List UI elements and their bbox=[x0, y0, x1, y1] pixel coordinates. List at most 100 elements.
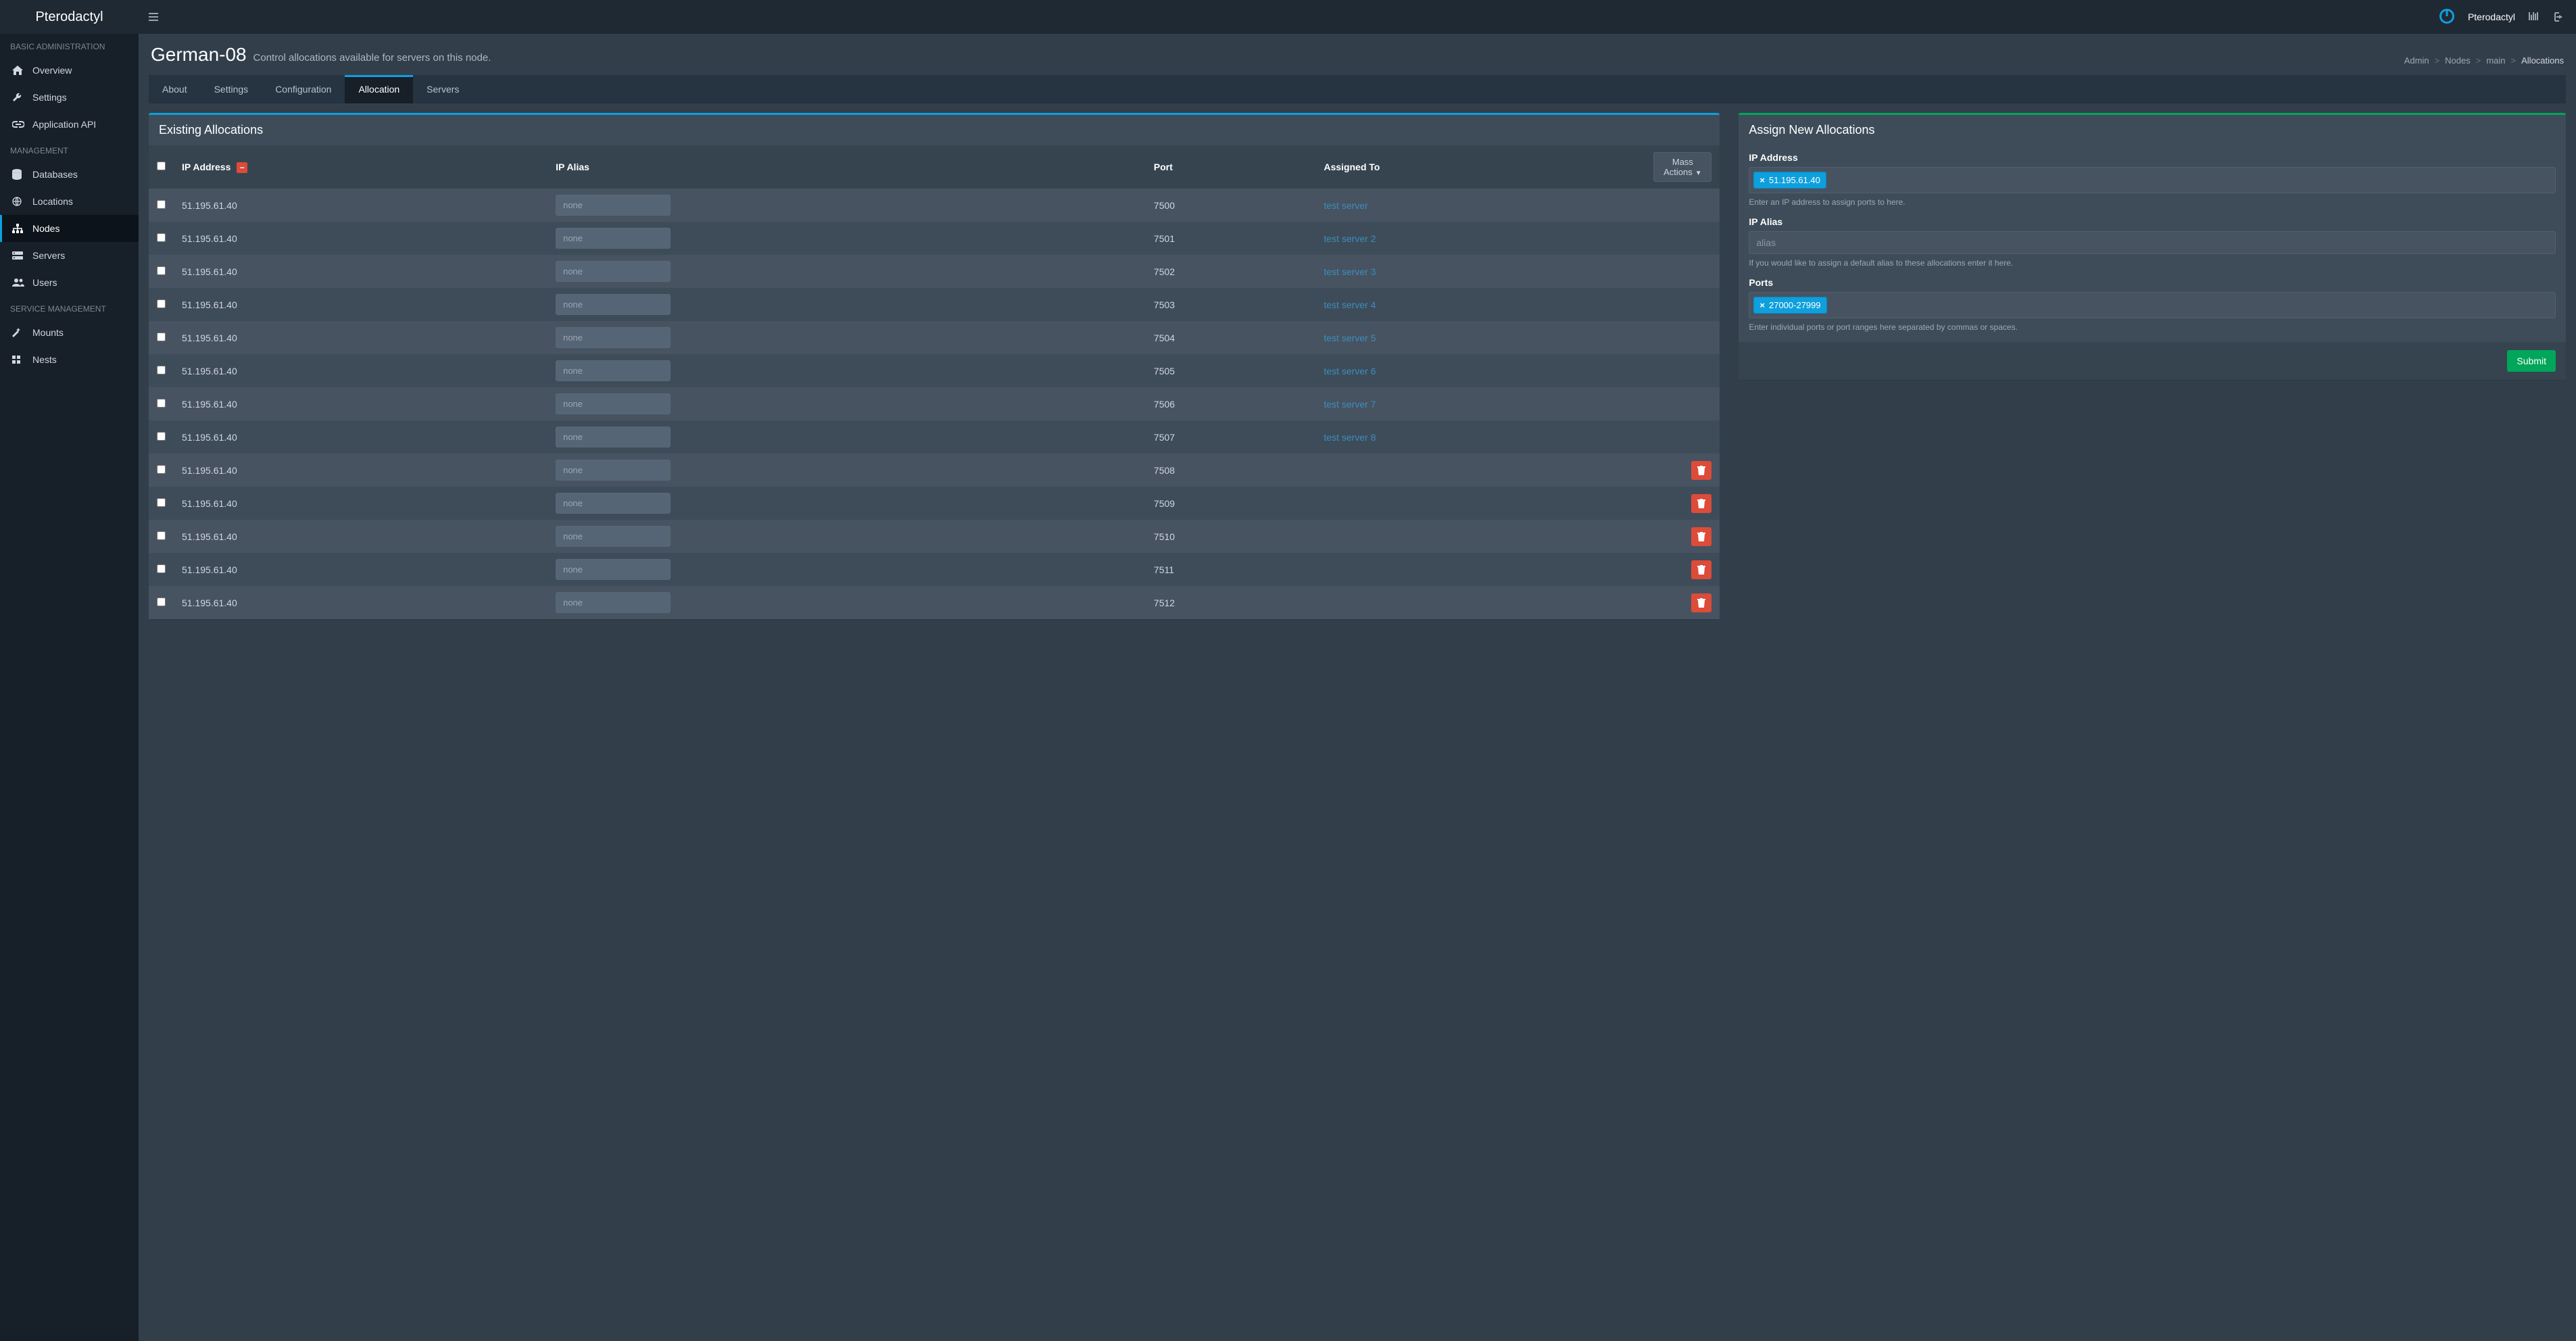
tab-allocation[interactable]: Allocation bbox=[345, 75, 413, 103]
tab-settings[interactable]: Settings bbox=[201, 75, 262, 103]
row-checkbox[interactable] bbox=[157, 432, 166, 441]
select-all-checkbox[interactable] bbox=[157, 162, 166, 170]
allocation-row: 51.195.61.407506test server 7 bbox=[149, 387, 1720, 420]
assigned-server-link[interactable]: test server 5 bbox=[1323, 333, 1376, 343]
row-alias-input[interactable] bbox=[556, 526, 671, 547]
ip-alias-input[interactable] bbox=[1749, 231, 2556, 254]
sidebar-item-mounts[interactable]: Mounts bbox=[0, 319, 139, 346]
sidebar-item-settings[interactable]: Settings bbox=[0, 84, 139, 111]
assigned-server-link[interactable]: test server 4 bbox=[1323, 299, 1376, 310]
row-alias-input[interactable] bbox=[556, 261, 671, 282]
assigned-empty bbox=[1315, 586, 1645, 619]
ports-input[interactable]: × 27000-27999 bbox=[1749, 292, 2556, 318]
row-alias-input[interactable] bbox=[556, 360, 671, 381]
row-alias-input[interactable] bbox=[556, 228, 671, 249]
topnav-username[interactable]: Pterodactyl bbox=[2468, 11, 2515, 22]
tab-servers[interactable]: Servers bbox=[413, 75, 472, 103]
allocation-row: 51.195.61.407509 bbox=[149, 487, 1720, 520]
submit-button[interactable]: Submit bbox=[2507, 350, 2556, 372]
remove-tag-icon[interactable]: × bbox=[1759, 300, 1765, 310]
sidebar-item-label: Databases bbox=[32, 169, 78, 180]
remove-tag-icon[interactable]: × bbox=[1759, 175, 1765, 185]
row-port: 7500 bbox=[1146, 189, 1316, 222]
assigned-server-link[interactable]: test server bbox=[1323, 200, 1367, 211]
brand-logo[interactable]: Pterodactyl bbox=[0, 0, 139, 34]
sidebar-item-locations[interactable]: Locations bbox=[0, 188, 139, 215]
row-checkbox[interactable] bbox=[157, 465, 166, 474]
row-checkbox[interactable] bbox=[157, 564, 166, 573]
delete-allocation-button[interactable] bbox=[1691, 560, 1711, 579]
sign-out-icon[interactable] bbox=[2552, 12, 2562, 22]
row-checkbox[interactable] bbox=[157, 531, 166, 540]
sidebar-item-servers[interactable]: Servers bbox=[0, 242, 139, 269]
assigned-server-link[interactable]: test server 7 bbox=[1323, 399, 1376, 410]
row-checkbox[interactable] bbox=[157, 399, 166, 408]
row-alias-input[interactable] bbox=[556, 393, 671, 414]
trash-icon bbox=[1697, 598, 1705, 608]
wrench-icon bbox=[12, 93, 24, 102]
ports-tag[interactable]: × 27000-27999 bbox=[1753, 297, 1826, 314]
row-checkbox[interactable] bbox=[157, 233, 166, 242]
row-port: 7501 bbox=[1146, 222, 1316, 255]
allocation-row: 51.195.61.407503test server 4 bbox=[149, 288, 1720, 321]
row-checkbox[interactable] bbox=[157, 366, 166, 374]
row-checkbox[interactable] bbox=[157, 498, 166, 507]
users-icon bbox=[12, 278, 24, 287]
row-checkbox[interactable] bbox=[157, 333, 166, 341]
sidebar-item-label: Locations bbox=[32, 196, 73, 207]
row-ip: 51.195.61.40 bbox=[174, 321, 548, 354]
assigned-server-link[interactable]: test server 8 bbox=[1323, 432, 1376, 443]
row-checkbox[interactable] bbox=[157, 299, 166, 308]
assigned-empty bbox=[1315, 553, 1645, 586]
row-alias-input[interactable] bbox=[556, 426, 671, 447]
row-alias-input[interactable] bbox=[556, 559, 671, 580]
trash-icon bbox=[1697, 499, 1705, 508]
sidebar-item-nodes[interactable]: Nodes bbox=[0, 215, 139, 242]
breadcrumb-nodes[interactable]: Nodes bbox=[2445, 55, 2471, 66]
row-checkbox[interactable] bbox=[157, 266, 166, 275]
assigned-server-link[interactable]: test server 6 bbox=[1323, 366, 1376, 376]
row-alias-input[interactable] bbox=[556, 294, 671, 315]
row-ip: 51.195.61.40 bbox=[174, 387, 548, 420]
power-icon[interactable] bbox=[2439, 9, 2454, 26]
sidebar-item-users[interactable]: Users bbox=[0, 269, 139, 296]
tab-about[interactable]: About bbox=[149, 75, 201, 103]
assigned-server-link[interactable]: test server 2 bbox=[1323, 233, 1376, 244]
row-checkbox[interactable] bbox=[157, 200, 166, 209]
ip-alias-label: IP Alias bbox=[1749, 216, 2556, 227]
row-alias-input[interactable] bbox=[556, 195, 671, 216]
tab-configuration[interactable]: Configuration bbox=[262, 75, 345, 103]
delete-allocation-button[interactable] bbox=[1691, 593, 1711, 612]
sidebar-item-nests[interactable]: Nests bbox=[0, 346, 139, 373]
row-checkbox[interactable] bbox=[157, 598, 166, 606]
row-alias-input[interactable] bbox=[556, 592, 671, 613]
allocation-row: 51.195.61.407505test server 6 bbox=[149, 354, 1720, 387]
sidebar-item-overview[interactable]: Overview bbox=[0, 57, 139, 84]
mass-actions-dropdown[interactable]: Mass Actions▼ bbox=[1653, 152, 1711, 182]
row-port: 7503 bbox=[1146, 288, 1316, 321]
col-ip-address: IP Address bbox=[182, 162, 230, 172]
row-port: 7502 bbox=[1146, 255, 1316, 288]
breadcrumb-main[interactable]: main bbox=[2486, 55, 2505, 66]
delete-allocation-button[interactable] bbox=[1691, 527, 1711, 546]
breadcrumb-separator: > bbox=[2476, 55, 2481, 66]
allocation-row: 51.195.61.407500test server bbox=[149, 189, 1720, 222]
row-alias-input[interactable] bbox=[556, 327, 671, 348]
row-alias-input[interactable] bbox=[556, 460, 671, 481]
header-remove-badge-icon[interactable]: − bbox=[237, 162, 247, 173]
breadcrumb-admin[interactable]: Admin bbox=[2404, 55, 2429, 66]
row-alias-input[interactable] bbox=[556, 493, 671, 514]
ip-tag[interactable]: × 51.195.61.40 bbox=[1753, 172, 1826, 189]
assigned-server-link[interactable]: test server 3 bbox=[1323, 266, 1376, 277]
ip-address-input[interactable]: × 51.195.61.40 bbox=[1749, 167, 2556, 193]
sidebar-item-application-api[interactable]: Application API bbox=[0, 111, 139, 138]
ip-alias-help: If you would like to assign a default al… bbox=[1749, 258, 2556, 268]
sidebar-item-label: Application API bbox=[32, 119, 96, 130]
sidebar-item-databases[interactable]: Databases bbox=[0, 161, 139, 188]
barcode-icon[interactable] bbox=[2529, 11, 2538, 22]
delete-allocation-button[interactable] bbox=[1691, 494, 1711, 513]
sidebar-toggle-button[interactable] bbox=[139, 13, 168, 21]
node-tabs: AboutSettingsConfigurationAllocationServ… bbox=[149, 75, 2566, 103]
delete-allocation-button[interactable] bbox=[1691, 461, 1711, 480]
hamburger-icon bbox=[149, 13, 158, 21]
